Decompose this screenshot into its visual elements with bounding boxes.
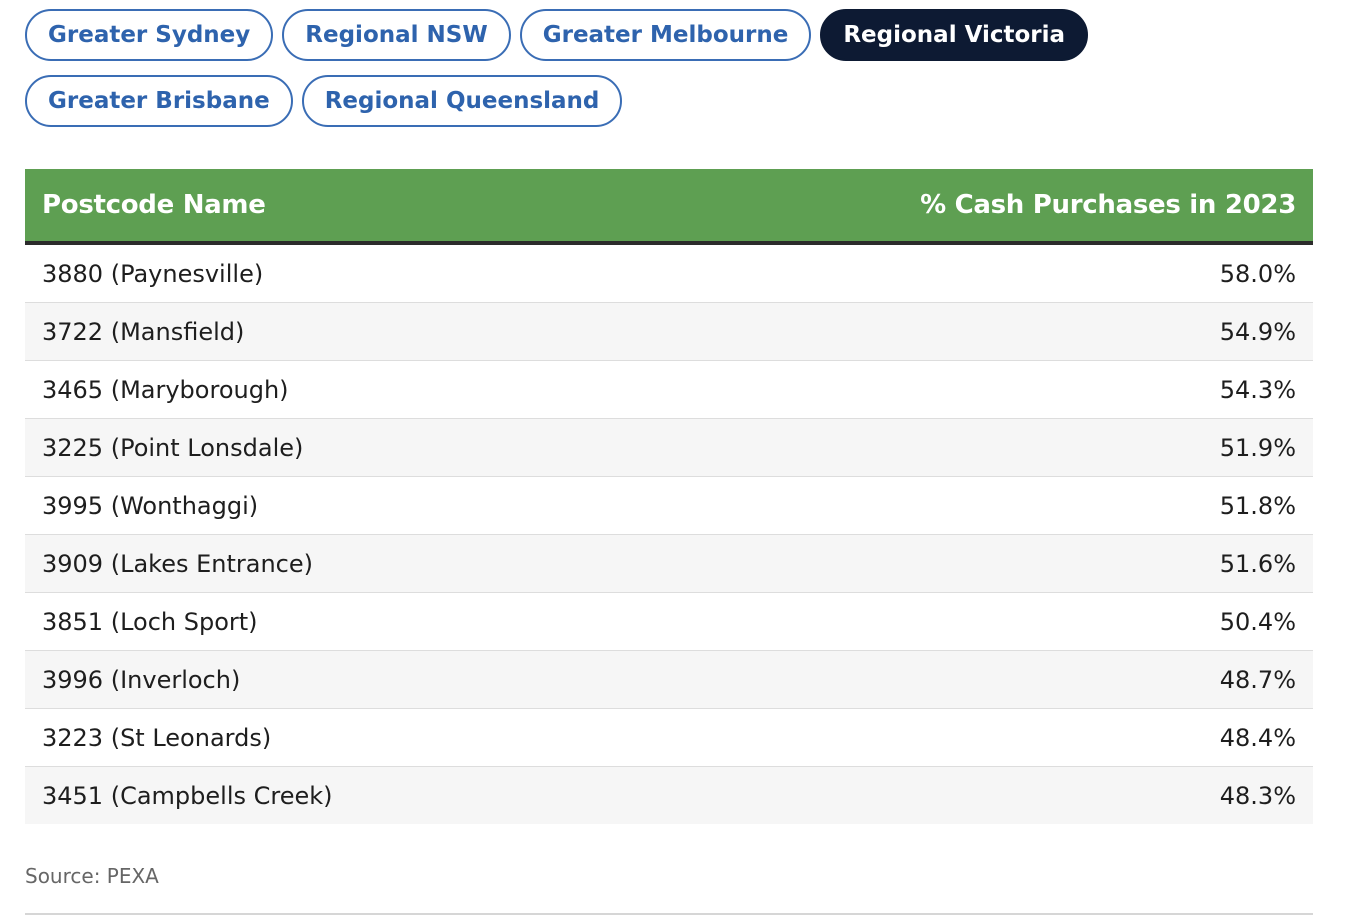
- tab-greater-melbourne[interactable]: Greater Melbourne: [519, 9, 812, 61]
- postcode-cell: 3223 (St Leonards): [42, 723, 272, 752]
- tab-regional-queensland[interactable]: Regional Queensland: [301, 75, 623, 127]
- postcode-cell: 3451 (Campbells Creek): [42, 781, 333, 810]
- postcode-cell: 3880 (Paynesville): [42, 259, 264, 288]
- divider: [25, 913, 1313, 915]
- tab-regional-victoria[interactable]: Regional Victoria: [820, 9, 1089, 61]
- percent-cell: 48.3%: [1219, 781, 1296, 810]
- table-row: 3225 (Point Lonsdale) 51.9%: [25, 419, 1313, 477]
- cash-purchases-table: Postcode Name % Cash Purchases in 2023 3…: [25, 169, 1313, 824]
- tab-greater-sydney[interactable]: Greater Sydney: [25, 9, 274, 61]
- percent-cell: 51.8%: [1219, 491, 1296, 520]
- postcode-cell: 3722 (Mansfield): [42, 317, 245, 346]
- page: Greater Sydney Regional NSW Greater Melb…: [0, 0, 1358, 922]
- postcode-cell: 3851 (Loch Sport): [42, 607, 258, 636]
- postcode-cell: 3995 (Wonthaggi): [42, 491, 259, 520]
- header-cash-purchases: % Cash Purchases in 2023: [920, 190, 1296, 220]
- percent-cell: 54.3%: [1219, 375, 1296, 404]
- percent-cell: 58.0%: [1219, 259, 1296, 288]
- source-note: Source: PEXA: [25, 864, 159, 888]
- percent-cell: 51.6%: [1219, 549, 1296, 578]
- postcode-cell: 3996 (Inverloch): [42, 665, 241, 694]
- percent-cell: 50.4%: [1219, 607, 1296, 636]
- postcode-cell: 3909 (Lakes Entrance): [42, 549, 313, 578]
- table-row: 3880 (Paynesville) 58.0%: [25, 245, 1313, 303]
- table-row: 3851 (Loch Sport) 50.4%: [25, 593, 1313, 651]
- postcode-cell: 3225 (Point Lonsdale): [42, 433, 304, 462]
- percent-cell: 54.9%: [1219, 317, 1296, 346]
- table-header: Postcode Name % Cash Purchases in 2023: [25, 169, 1313, 245]
- header-postcode-name: Postcode Name: [42, 190, 266, 220]
- table-row: 3995 (Wonthaggi) 51.8%: [25, 477, 1313, 535]
- percent-cell: 48.7%: [1219, 665, 1296, 694]
- table-row: 3909 (Lakes Entrance) 51.6%: [25, 535, 1313, 593]
- percent-cell: 48.4%: [1219, 723, 1296, 752]
- table-row: 3451 (Campbells Creek) 48.3%: [25, 767, 1313, 824]
- region-tabs: Greater Sydney Regional NSW Greater Melb…: [25, 9, 1325, 127]
- table-row: 3223 (St Leonards) 48.4%: [25, 709, 1313, 767]
- tab-regional-nsw[interactable]: Regional NSW: [282, 9, 511, 61]
- table-row: 3996 (Inverloch) 48.7%: [25, 651, 1313, 709]
- table-row: 3465 (Maryborough) 54.3%: [25, 361, 1313, 419]
- percent-cell: 51.9%: [1219, 433, 1296, 462]
- table-row: 3722 (Mansfield) 54.9%: [25, 303, 1313, 361]
- tab-greater-brisbane[interactable]: Greater Brisbane: [25, 75, 293, 127]
- postcode-cell: 3465 (Maryborough): [42, 375, 289, 404]
